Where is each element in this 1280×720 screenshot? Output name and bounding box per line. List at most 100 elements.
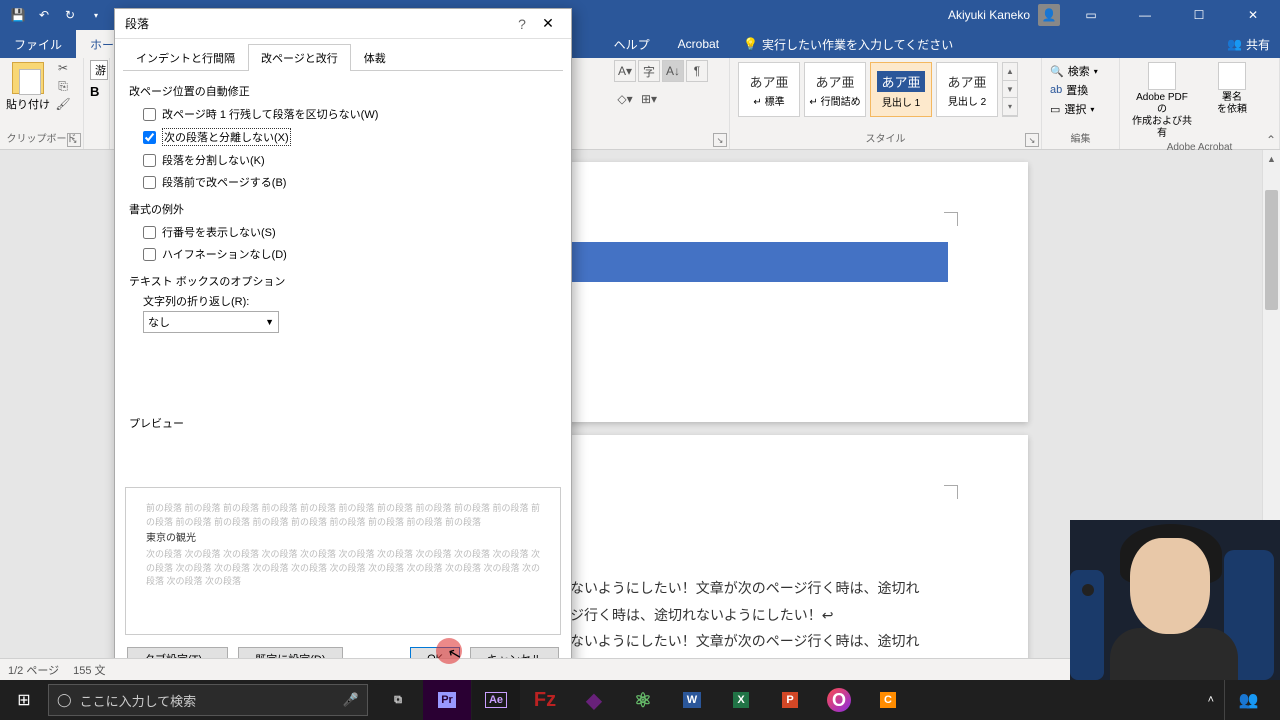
scroll-up-icon[interactable]: ▲ xyxy=(1263,150,1280,168)
scroll-down-icon: ▼ xyxy=(1003,81,1017,99)
share-button[interactable]: 👥 共有 xyxy=(1217,36,1280,53)
visualstudio-icon[interactable]: ◆ xyxy=(570,680,618,720)
tab-layout[interactable]: 体裁 xyxy=(351,44,399,71)
opera-icon[interactable]: O xyxy=(815,680,863,720)
shading-icon[interactable]: ◇▾ xyxy=(614,88,636,110)
dialog-launcher-icon[interactable]: ↘ xyxy=(67,133,81,147)
tab-help[interactable]: ヘルプ xyxy=(600,30,664,58)
system-tray[interactable]: ˄ 👥 xyxy=(1208,680,1280,720)
word-icon[interactable]: W xyxy=(668,680,716,720)
group-styles: あア亜↵ 標準 あア亜↵ 行間詰め あア亜見出し 1 あア亜見出し 2 ▲▼▾ … xyxy=(730,58,1042,149)
style-heading1[interactable]: あア亜見出し 1 xyxy=(870,62,932,117)
minimize-icon[interactable]: — xyxy=(1122,0,1168,30)
signature-icon xyxy=(1218,62,1246,90)
close-icon[interactable]: ✕ xyxy=(535,11,561,37)
wrap-label: 文字列の折り返し(R): xyxy=(129,293,557,309)
group-font-partial: 游 B xyxy=(84,58,110,149)
dialog-launcher-icon[interactable]: ↘ xyxy=(713,133,727,147)
text-effects-icon[interactable]: A▾ xyxy=(614,60,636,82)
expand-icon: ▾ xyxy=(1003,98,1017,116)
scroll-thumb[interactable] xyxy=(1265,190,1278,310)
font-name-field[interactable]: 游 xyxy=(90,60,108,80)
group-editing: 🔍検索▾ ab置換 ▭選択▾ 編集 xyxy=(1042,58,1120,149)
chevron-down-icon: ▼ xyxy=(265,317,274,327)
people-icon[interactable]: 👥 xyxy=(1224,680,1272,720)
undo-icon[interactable]: ↶ xyxy=(32,3,56,27)
dialog-launcher-icon[interactable]: ↘ xyxy=(1025,133,1039,147)
show-marks-icon[interactable]: ¶ xyxy=(686,60,708,82)
preview-label: プレビュー xyxy=(129,415,557,431)
collapse-ribbon-icon[interactable]: ⌃ xyxy=(1266,133,1276,147)
check-keep-together[interactable]: 段落を分割しない(K) xyxy=(129,149,557,171)
style-normal[interactable]: あア亜↵ 標準 xyxy=(738,62,800,117)
atom-icon[interactable]: ⚛ xyxy=(619,680,667,720)
style-nospace[interactable]: あア亜↵ 行間詰め xyxy=(804,62,866,117)
scroll-up-icon: ▲ xyxy=(1003,63,1017,81)
user-name: Akiyuki Kaneko xyxy=(948,8,1030,22)
borders-icon[interactable]: ⊞▾ xyxy=(638,88,660,110)
style-heading2[interactable]: あア亜見出し 2 xyxy=(936,62,998,117)
filezilla-icon[interactable]: Fz xyxy=(521,680,569,720)
tell-me-search[interactable]: 💡 実行したい作業を入力してください xyxy=(743,36,953,53)
select-icon: ▭ xyxy=(1050,103,1060,116)
task-view-icon[interactable]: ⧉ xyxy=(374,680,422,720)
cut-icon[interactable]: ✂ xyxy=(54,60,72,76)
tab-pagebreak[interactable]: 改ページと改行 xyxy=(248,44,351,71)
powerpoint-icon[interactable]: P xyxy=(766,680,814,720)
share-icon: 👥 xyxy=(1227,37,1242,51)
start-button[interactable]: ⊞ xyxy=(0,680,48,720)
check-no-hyphen[interactable]: ハイフネーションなし(D) xyxy=(129,243,557,265)
quick-access-toolbar: 💾 ↶ ↻ ▾ xyxy=(0,3,114,27)
copy-icon[interactable]: ⎘ xyxy=(54,78,72,94)
wrap-select[interactable]: なし ▼ xyxy=(143,311,279,333)
excel-icon[interactable]: X xyxy=(717,680,765,720)
word-count[interactable]: 155 文 xyxy=(73,662,105,678)
replace-button[interactable]: ab置換 xyxy=(1050,81,1111,99)
paragraph-dialog: 段落 ? ✕ インデントと行間隔 改ページと改行 体裁 改ページ位置の自動修正 … xyxy=(114,8,572,682)
save-icon[interactable]: 💾 xyxy=(6,3,30,27)
tab-acrobat[interactable]: Acrobat xyxy=(664,30,733,58)
help-icon[interactable]: ? xyxy=(509,11,535,37)
maximize-icon[interactable]: ☐ xyxy=(1176,0,1222,30)
create-pdf-button[interactable]: Adobe PDF の 作成および共有 xyxy=(1130,62,1194,140)
bold-button[interactable]: B xyxy=(90,84,99,99)
dialog-title: 段落 xyxy=(125,15,509,32)
user-avatar-icon[interactable]: 👤 xyxy=(1038,4,1060,26)
check-widow[interactable]: 改ページ時 1 行残して段落を区切らない(W) xyxy=(129,103,557,125)
camtasia-icon[interactable]: C xyxy=(864,680,912,720)
page-indicator[interactable]: 1/2 ページ xyxy=(8,662,59,678)
sort-icon[interactable]: A↓ xyxy=(662,60,684,82)
char-border-icon[interactable]: 字 xyxy=(638,60,660,82)
request-signature-button[interactable]: 署名 を依頼 xyxy=(1200,62,1264,140)
select-button[interactable]: ▭選択▾ xyxy=(1050,100,1111,118)
mic-icon[interactable]: 🎤 xyxy=(343,692,359,708)
check-suppress-linenum[interactable]: 行番号を表示しない(S) xyxy=(129,221,557,243)
tab-indent[interactable]: インデントと行間隔 xyxy=(123,44,248,71)
taskbar: ⊞ ◯ ここに入力して検索 🎤 ⧉ Pr Ae Fz ◆ ⚛ W X P O C… xyxy=(0,680,1280,720)
tray-chevron-icon[interactable]: ˄ xyxy=(1208,694,1214,706)
tab-file[interactable]: ファイル xyxy=(0,30,76,58)
preview-box: 前の段落 前の段落 前の段落 前の段落 前の段落 前の段落 前の段落 前の段落 … xyxy=(125,487,561,635)
aftereffects-icon[interactable]: Ae xyxy=(472,680,520,720)
style-gallery[interactable]: あア亜↵ 標準 あア亜↵ 行間詰め あア亜見出し 1 あア亜見出し 2 ▲▼▾ xyxy=(736,60,1020,119)
redo-icon[interactable]: ↻ xyxy=(58,3,82,27)
check-page-before[interactable]: 段落前で改ページする(B) xyxy=(129,171,557,193)
dialog-tabs: インデントと行間隔 改ページと改行 体裁 xyxy=(123,43,563,71)
taskbar-search[interactable]: ◯ ここに入力して検索 🎤 xyxy=(48,684,368,716)
webcam-overlay xyxy=(1070,520,1280,680)
group-clipboard: 貼り付け ✂ ⎘ 🖌 クリップボード ↘ xyxy=(0,58,84,149)
margin-marker xyxy=(944,485,958,499)
premiere-icon[interactable]: Pr xyxy=(423,680,471,720)
check-keep-with-next[interactable]: 次の段落と分離しない(X) xyxy=(129,125,557,149)
lightbulb-icon: 💡 xyxy=(743,37,758,51)
qat-dropdown-icon[interactable]: ▾ xyxy=(84,3,108,27)
paste-icon xyxy=(12,62,44,94)
close-window-icon[interactable]: ✕ xyxy=(1230,0,1276,30)
section-textbox: テキスト ボックスのオプション xyxy=(129,273,557,289)
ribbon-display-icon[interactable]: ▭ xyxy=(1068,0,1114,30)
paste-button[interactable]: 貼り付け xyxy=(6,60,50,112)
style-gallery-scroll[interactable]: ▲▼▾ xyxy=(1002,62,1018,117)
format-painter-icon[interactable]: 🖌 xyxy=(54,96,72,112)
find-button[interactable]: 🔍検索▾ xyxy=(1050,62,1111,80)
group-paragraph-partial: A▾ 字 A↓ ¶ ◇▾ ⊞▾ ↘ xyxy=(608,58,730,149)
